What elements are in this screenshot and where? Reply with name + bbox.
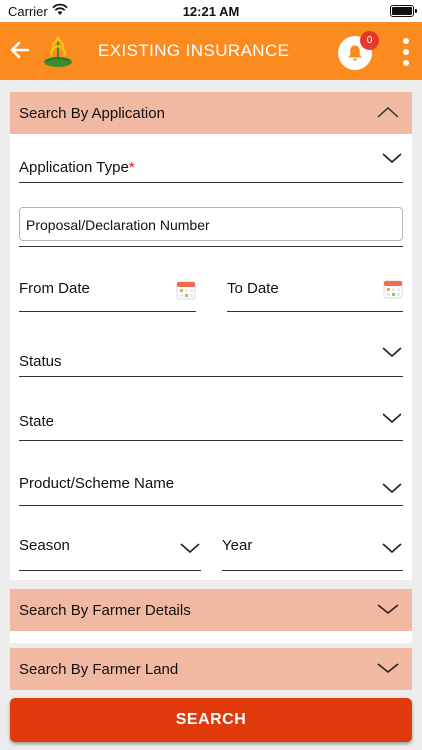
chevron-down-icon bbox=[381, 541, 403, 559]
application-type-dropdown[interactable]: Application Type* bbox=[19, 148, 403, 183]
to-date-label: To Date bbox=[227, 280, 279, 297]
divider bbox=[19, 246, 403, 247]
section-title: Search By Farmer Land bbox=[19, 661, 179, 678]
page-title: EXISTING INSURANCE bbox=[98, 41, 290, 60]
from-date-label: From Date bbox=[19, 280, 90, 297]
product-scheme-label: Product/Scheme Name bbox=[19, 475, 175, 492]
status-label: Status bbox=[19, 353, 62, 370]
search-by-farmer-land-header[interactable]: Search By Farmer Land bbox=[10, 648, 412, 690]
chevron-down-icon bbox=[376, 602, 400, 620]
year-label: Year bbox=[222, 537, 253, 554]
search-button[interactable]: SEARCH bbox=[10, 698, 412, 742]
proposal-number-input[interactable] bbox=[26, 214, 396, 236]
application-type-label: Application Type* bbox=[19, 159, 135, 176]
chevron-down-icon bbox=[381, 345, 403, 363]
section-title: Search By Application bbox=[19, 105, 165, 122]
chevron-down-icon bbox=[381, 481, 403, 499]
app-header: EXISTING INSURANCE 0 bbox=[0, 22, 422, 80]
product-scheme-dropdown[interactable]: Product/Scheme Name bbox=[19, 472, 403, 506]
state-label: State bbox=[19, 413, 55, 430]
to-date-field[interactable]: To Date bbox=[227, 274, 403, 312]
search-by-farmer-details-header[interactable]: Search By Farmer Details bbox=[10, 589, 412, 631]
battery-icon bbox=[390, 5, 417, 17]
season-label: Season bbox=[19, 537, 70, 554]
application-type-text: Application Type bbox=[19, 159, 129, 176]
back-arrow-icon[interactable] bbox=[6, 36, 34, 64]
status-bar: Carrier 12:21 AM bbox=[0, 0, 422, 22]
year-dropdown[interactable]: Year bbox=[222, 534, 403, 571]
clock: 12:21 AM bbox=[182, 4, 240, 19]
status-dropdown[interactable]: Status bbox=[19, 342, 403, 377]
more-vertical-icon[interactable] bbox=[398, 37, 414, 67]
season-dropdown[interactable]: Season bbox=[19, 534, 201, 571]
chevron-up-icon bbox=[376, 105, 400, 123]
calendar-icon[interactable] bbox=[176, 280, 196, 300]
state-dropdown[interactable]: State bbox=[19, 407, 403, 441]
proposal-number-field[interactable] bbox=[19, 207, 403, 241]
chevron-down-icon bbox=[381, 411, 403, 429]
search-by-application-header[interactable]: Search By Application bbox=[10, 92, 412, 134]
calendar-icon[interactable] bbox=[383, 279, 403, 299]
notification-badge: 0 bbox=[360, 31, 379, 50]
chevron-down-icon bbox=[179, 541, 201, 559]
chevron-down-icon bbox=[376, 661, 400, 679]
section-title: Search By Farmer Details bbox=[19, 602, 191, 619]
from-date-field[interactable]: From Date bbox=[19, 274, 196, 312]
insurance-logo-icon bbox=[42, 34, 74, 68]
chevron-down-icon bbox=[381, 151, 403, 169]
required-mark: * bbox=[128, 159, 135, 176]
